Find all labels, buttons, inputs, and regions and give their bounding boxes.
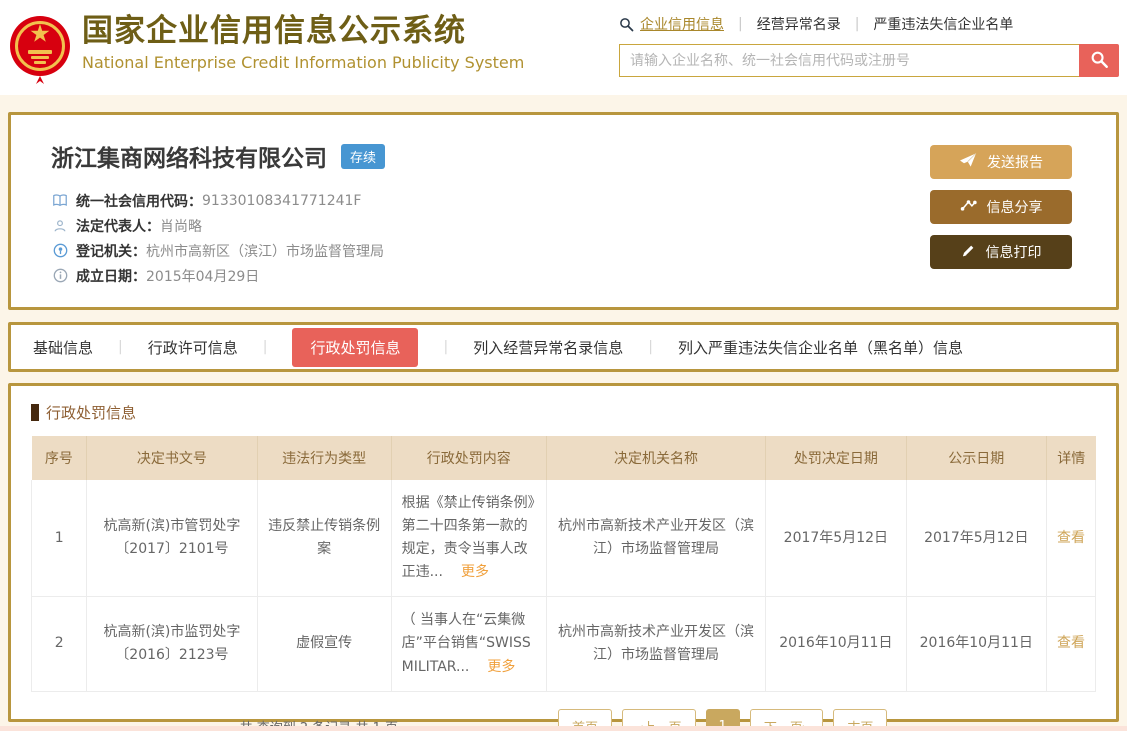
- nav-serious-violation-list[interactable]: 严重违法失信企业名单: [873, 14, 1013, 34]
- tab-admin-penalty[interactable]: 行政处罚信息: [292, 328, 418, 367]
- share-icon: [960, 198, 977, 216]
- company-name: 浙江集商网络科技有限公司: [51, 139, 327, 173]
- tab-separator: |: [263, 339, 268, 355]
- book-icon: [51, 193, 69, 208]
- field-value: 91330108341771241F: [202, 193, 361, 209]
- section-title-bar-icon: [31, 404, 39, 421]
- section-title: 行政处罚信息: [31, 402, 1096, 423]
- tab-blacklist[interactable]: 列入严重违法失信企业名单（黑名单）信息: [678, 337, 963, 358]
- person-icon: [51, 219, 69, 233]
- site-header: 国家企业信用信息公示系统 National Enterprise Credit …: [0, 0, 1127, 95]
- send-report-button[interactable]: 发送报告: [930, 145, 1072, 179]
- table-row: 1杭高新(滨)市管罚处字〔2017〕2101号违反禁止传销条例案根据《禁止传销条…: [32, 480, 1096, 597]
- penalty-table: 序号决定书文号违法行为类型行政处罚内容决定机关名称处罚决定日期公示日期详情 1杭…: [31, 436, 1096, 692]
- penalty-content-cell: （ 当事人在“云集微店”平台销售“SWISS MILITAR...更多: [391, 597, 546, 691]
- authority-cell: 杭州市高新技术产业开发区（滨江）市场监督管理局: [546, 597, 765, 691]
- table-header-cell: 处罚决定日期: [766, 436, 906, 480]
- table-header-cell: 详情: [1047, 436, 1096, 480]
- penalty-content-cell: 根据《禁止传销条例》第二十四条第一款的规定，责令当事人改正违...更多: [391, 480, 546, 597]
- tab-separator: |: [443, 339, 448, 355]
- nav-enterprise-credit[interactable]: 企业信用信息: [640, 14, 724, 34]
- print-info-button[interactable]: 信息打印: [930, 235, 1072, 269]
- share-info-button[interactable]: 信息分享: [930, 190, 1072, 224]
- search-input[interactable]: [619, 44, 1079, 77]
- page-subtitle: National Enterprise Credit Information P…: [82, 53, 524, 72]
- seq-cell: 2: [32, 597, 87, 691]
- pencil-icon: [961, 243, 976, 262]
- detail-cell: 查看: [1047, 597, 1096, 691]
- paper-plane-icon: [959, 152, 977, 172]
- decision-date-cell: 2017年5月12日: [766, 480, 906, 597]
- tab-basic-info[interactable]: 基础信息: [33, 337, 93, 358]
- action-button-label: 发送报告: [987, 152, 1043, 172]
- search-icon: [1090, 50, 1109, 72]
- search-button[interactable]: [1079, 44, 1119, 77]
- location-icon: [51, 243, 69, 258]
- tab-admin-license[interactable]: 行政许可信息: [148, 337, 238, 358]
- table-header-cell: 决定机关名称: [546, 436, 765, 480]
- page-title: 国家企业信用信息公示系统: [82, 14, 524, 50]
- doc-no-cell: 杭高新(滨)市监罚处字〔2016〕2123号: [87, 597, 257, 691]
- more-link[interactable]: 更多: [487, 659, 515, 675]
- publish-date-cell: 2017年5月12日: [906, 480, 1046, 597]
- view-link[interactable]: 查看: [1057, 635, 1085, 651]
- info-icon: [51, 268, 69, 283]
- action-button-label: 信息分享: [987, 197, 1043, 217]
- national-emblem-icon: [8, 10, 72, 90]
- nav-separator: |: [855, 16, 860, 32]
- field-label: 登记机关：: [76, 241, 146, 261]
- violation-type-cell: 虚假宣传: [257, 597, 391, 691]
- bottom-strip: [0, 726, 1127, 731]
- table-header-cell: 违法行为类型: [257, 436, 391, 480]
- view-link[interactable]: 查看: [1057, 530, 1085, 546]
- status-badge: 存续: [341, 144, 385, 169]
- field-value: 杭州市高新区（滨江）市场监督管理局: [146, 241, 384, 261]
- field-value: 肖尚略: [160, 216, 202, 236]
- tab-separator: |: [648, 339, 653, 355]
- penalty-panel: 行政处罚信息 序号决定书文号违法行为类型行政处罚内容决定机关名称处罚决定日期公示…: [8, 383, 1119, 722]
- seq-cell: 1: [32, 480, 87, 597]
- table-header-cell: 序号: [32, 436, 87, 480]
- search-icon: [619, 17, 634, 32]
- nav-abnormal-directory[interactable]: 经营异常名录: [757, 14, 841, 34]
- field-label: 统一社会信用代码：: [76, 191, 202, 211]
- field-label: 成立日期：: [76, 266, 146, 286]
- tab-separator: |: [118, 339, 123, 355]
- nav-separator: |: [738, 16, 743, 32]
- more-link[interactable]: 更多: [461, 564, 489, 580]
- violation-type-cell: 违反禁止传销条例案: [257, 480, 391, 597]
- top-nav: 企业信用信息 | 经营异常名录 | 严重违法失信企业名单: [619, 14, 1119, 34]
- detail-cell: 查看: [1047, 480, 1096, 597]
- table-header-cell: 行政处罚内容: [391, 436, 546, 480]
- tabs-bar: 基础信息 | 行政许可信息 | 行政处罚信息 | 列入经营异常名录信息 | 列入严重违法失信企业…: [8, 322, 1119, 372]
- decision-date-cell: 2016年10月11日: [766, 597, 906, 691]
- publish-date-cell: 2016年10月11日: [906, 597, 1046, 691]
- doc-no-cell: 杭高新(滨)市管罚处字〔2017〕2101号: [87, 480, 257, 597]
- action-button-label: 信息打印: [986, 242, 1042, 262]
- field-label: 法定代表人：: [76, 216, 160, 236]
- company-summary-panel: 浙江集商网络科技有限公司 存续 统一社会信用代码：913301083417712…: [8, 112, 1119, 310]
- table-header-cell: 决定书文号: [87, 436, 257, 480]
- table-header-cell: 公示日期: [906, 436, 1046, 480]
- table-row: 2杭高新(滨)市监罚处字〔2016〕2123号虚假宣传（ 当事人在“云集微店”平…: [32, 597, 1096, 691]
- field-value: 2015年04月29日: [146, 266, 259, 286]
- tab-abnormal-list[interactable]: 列入经营异常名录信息: [473, 337, 623, 358]
- authority-cell: 杭州市高新技术产业开发区（滨江）市场监督管理局: [546, 480, 765, 597]
